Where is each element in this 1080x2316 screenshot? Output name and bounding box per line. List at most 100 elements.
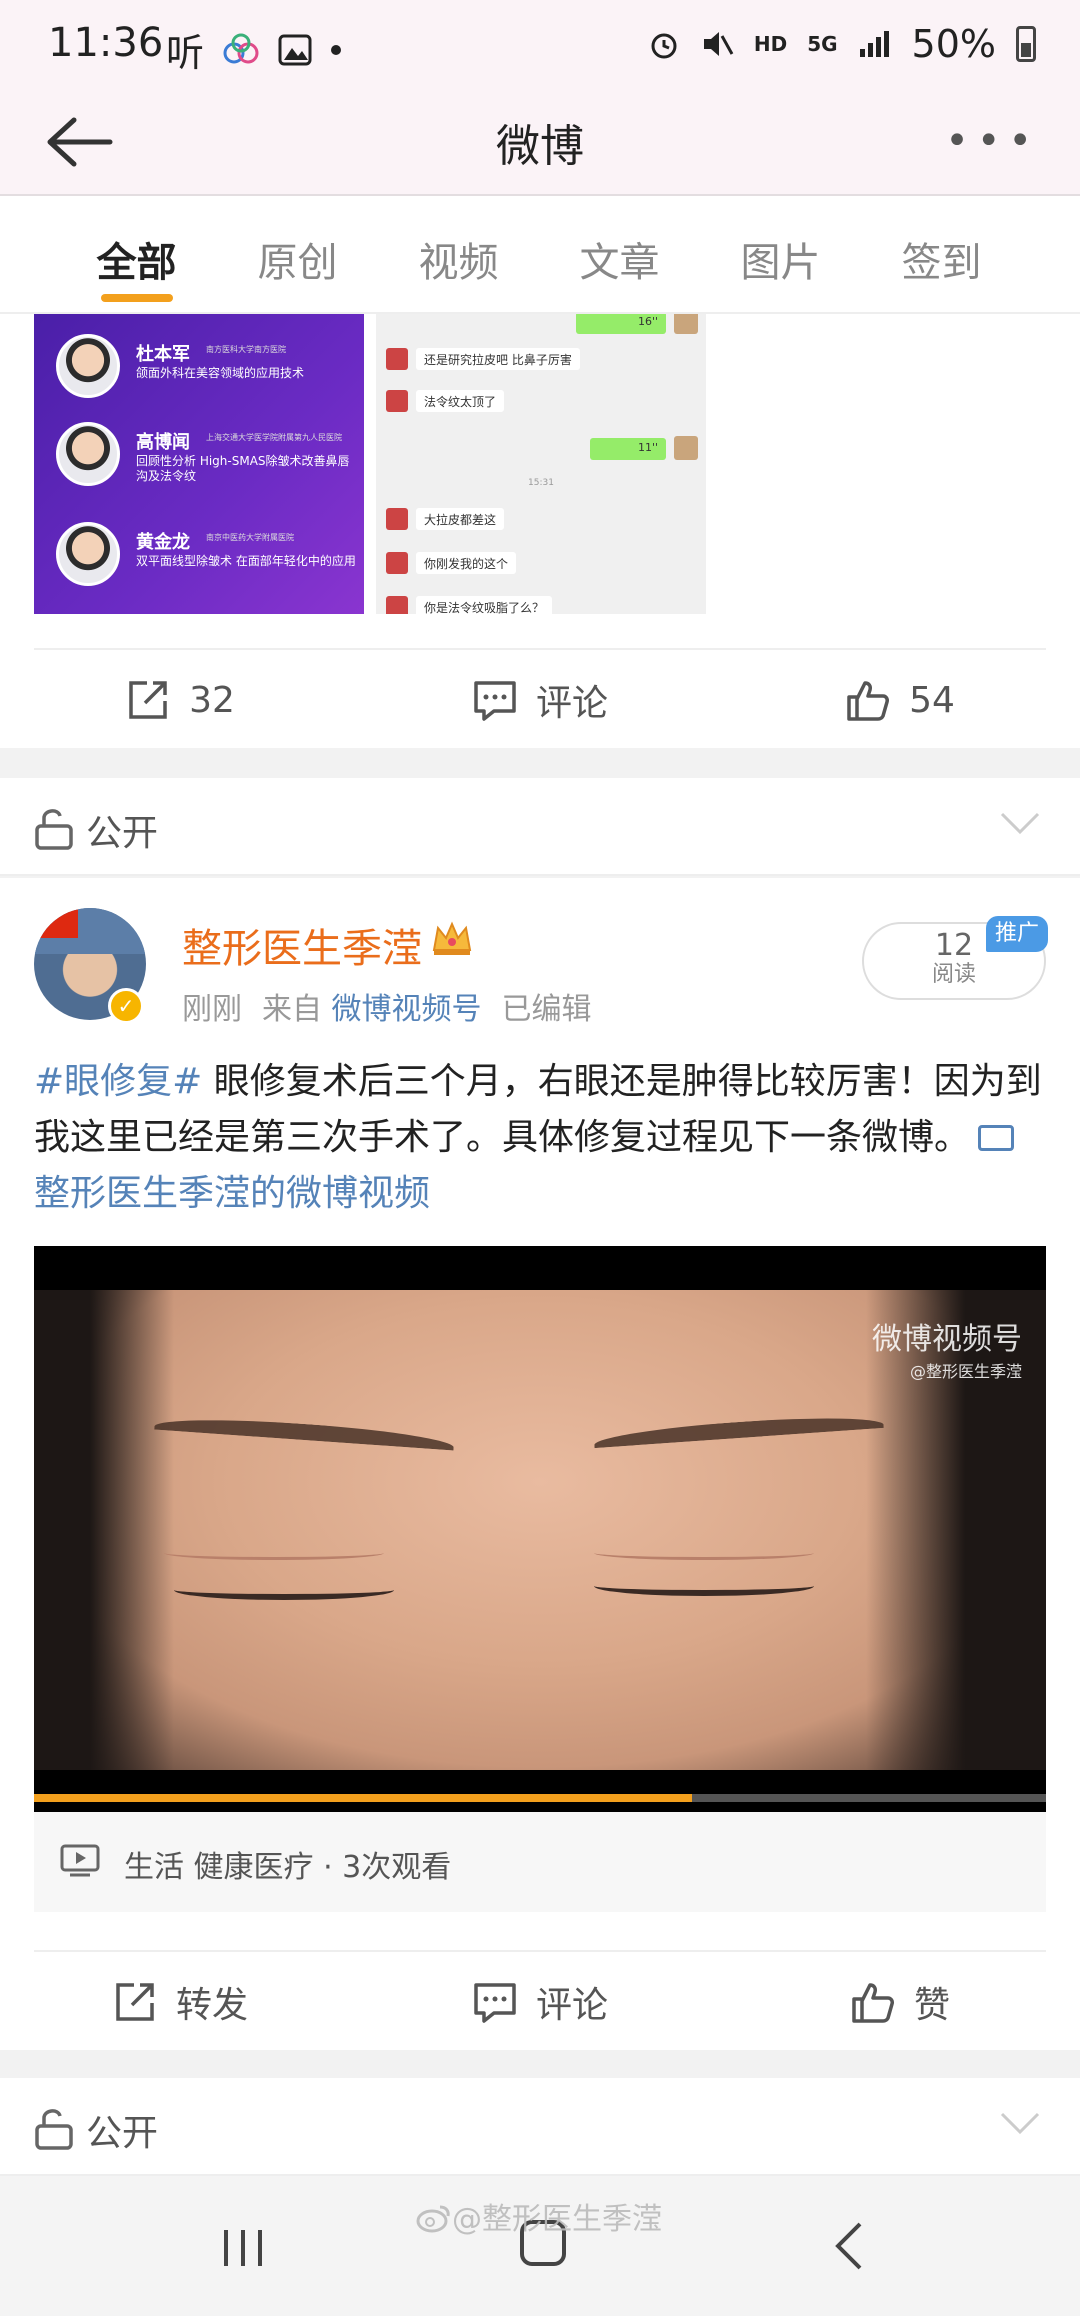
promote-badge[interactable]: 推广 [986,916,1048,952]
china-flag-icon [34,908,78,938]
video-player[interactable]: 微博视频号 @整形医生季滢 [34,1246,1046,1812]
visibility-row[interactable]: 公开 [0,2078,1080,2176]
repost-count: 32 [189,679,235,721]
video-frame-shade [34,1290,174,1770]
repost-label: 转发 [175,1985,248,2026]
tab-article[interactable]: 文章 [539,196,700,312]
video-info-bar[interactable]: 生活 健康医疗 · 3次观看 [34,1812,1046,1912]
tab-all[interactable]: 全部 [56,196,217,312]
speaker-photo [56,422,120,486]
video-progress-bar[interactable] [34,1794,1046,1802]
ting-icon: 听 [166,31,205,75]
video-eye-shape [594,1576,814,1596]
repost-icon [129,681,167,719]
speaker-2: 高博闻 上海交通大学医学院附属第九人民医院 回顾性分析 High-SMAS除皱术… [56,422,356,494]
post-image-chat[interactable]: 16'' 还是研究拉皮吧 比鼻子厉害 法令纹太顶了 11'' 15:31 大拉皮… [376,314,706,614]
comment-button[interactable]: 评论 [360,1952,720,2052]
speaker-name: 高博闻 [136,432,190,453]
verified-badge-icon: ✓ [108,988,144,1024]
signal-icon [859,31,889,57]
like-button[interactable]: 赞 [720,1952,1080,2052]
chat-voice-message: 11'' [590,438,666,460]
chevron-down-icon[interactable] [998,2108,1042,2138]
post-source: 来自 微博视频号 [262,984,482,1028]
weibo-logo-icon [416,2205,450,2233]
read-label: 阅读 [931,962,976,987]
speaker-3: 黄金龙 南京中医药大学附属医院 双平面线型除皱术 在面部年轻化中的应用 [56,522,356,594]
chat-message: 你是法令纹吸脂了么？ [416,596,553,614]
status-time: 11:36 [48,20,164,66]
chat-avatar [386,596,408,614]
speaker-org: 南京中医药大学附属医院 [206,533,294,542]
page-title: 微博 [496,121,584,172]
tab-checkin[interactable]: 签到 [861,196,1022,312]
tab-image[interactable]: 图片 [700,196,861,312]
more-menu-icon[interactable]: ••• [945,118,1040,164]
status-bar: 11:36 听 HD 5G 50% [0,0,1080,88]
video-progress-fill [34,1794,692,1802]
unlock-icon [35,809,73,850]
tab-bar: 全部 原创 视频 文章 图片 签到 [0,196,1080,314]
video-link-icon [978,1125,1015,1151]
video-eyelid-shape [164,1546,384,1560]
chat-avatar [674,314,698,334]
chat-avatar [386,348,408,370]
comment-button[interactable]: 评论 [360,650,720,750]
comment-label: 评论 [535,1985,608,2026]
chat-avatar [386,552,408,574]
previous-post-card: 杜本军 南方医科大学南方医院 颌面外科在美容领域的应用技术 高博闻 上海交通大学… [0,314,1080,748]
chat-message: 你刚发我的这个 [416,552,517,574]
chat-timestamp: 15:31 [528,478,554,488]
nav-header: 微博 ••• [0,88,1080,196]
gallery-icon [278,34,312,65]
back-nav-icon[interactable] [832,2220,866,2272]
weibo-watermark-text: @整形医生季滢 [452,2202,662,2237]
repost-button[interactable]: 转发 [0,1952,360,2052]
speaker-desc: 双平面线型除皱术 在面部年轻化中的应用 [136,554,356,568]
post-text: #眼修复# 眼修复术后三个月，右眼还是肿得比较厉害！因为到我这里已经是第三次手术… [34,1054,1046,1222]
comment-icon [474,681,516,721]
source-link[interactable]: 微博视频号 [332,992,482,1027]
action-bar: 32 评论 54 [0,650,1080,750]
speaker-photo [56,522,120,586]
like-count: 54 [909,679,955,721]
dot-icon [331,44,342,55]
video-link[interactable]: 整形医生季滢的微博视频 [34,1173,430,1214]
speaker-name: 黄金龙 [136,532,190,553]
speaker-1: 杜本军 南方医科大学南方医院 颌面外科在美容领域的应用技术 [56,334,356,406]
visibility-label: 公开 [86,813,159,854]
comment-icon [474,1983,516,2023]
chat-avatar [386,508,408,530]
hd-label: HD [753,32,788,56]
hashtag-link[interactable]: #眼修复# [34,1061,202,1102]
chat-message: 大拉皮都差这 [416,508,505,530]
thumbs-up-icon [852,1983,894,2023]
chevron-down-icon[interactable] [998,808,1042,838]
post-image-conference[interactable]: 杜本军 南方医科大学南方医院 颌面外科在美容领域的应用技术 高博闻 上海交通大学… [34,314,364,614]
battery-percent: 50% [911,22,996,66]
comment-label: 评论 [535,683,608,724]
visibility-label: 公开 [86,2113,159,2154]
visibility-row[interactable]: 公开 [0,778,1080,876]
post-meta: 刚刚 来自 微博视频号 已编辑 [182,984,592,1028]
tab-video[interactable]: 视频 [378,196,539,312]
chat-message: 法令纹太顶了 [416,390,505,412]
weibo-watermark: @整形医生季滢 [416,2194,662,2238]
recent-apps-icon[interactable] [218,2226,268,2270]
like-button[interactable]: 54 [720,650,1080,750]
author-name[interactable]: 整形医生季滢 [182,916,422,974]
status-left-icons: 听 [166,22,342,77]
chat-message: 还是研究拉皮吧 比鼻子厉害 [416,348,580,370]
tab-active-indicator [100,294,173,302]
repost-button[interactable]: 32 [0,650,360,750]
action-bar: 转发 评论 赞 [0,1952,1080,2052]
video-watermark-sub: @整形医生季滢 [909,1362,1022,1381]
chat-avatar [386,390,408,412]
video-info-text: 生活 健康医疗 · 3次观看 [124,1850,452,1885]
tab-original[interactable]: 原创 [217,196,378,312]
alarm-icon [651,33,677,59]
video-watermark: 微博视频号 @整形医生季滢 [872,1314,1022,1382]
speaker-photo [56,334,120,398]
speaker-name: 杜本军 [136,344,190,365]
edited-label: 已编辑 [501,992,592,1027]
